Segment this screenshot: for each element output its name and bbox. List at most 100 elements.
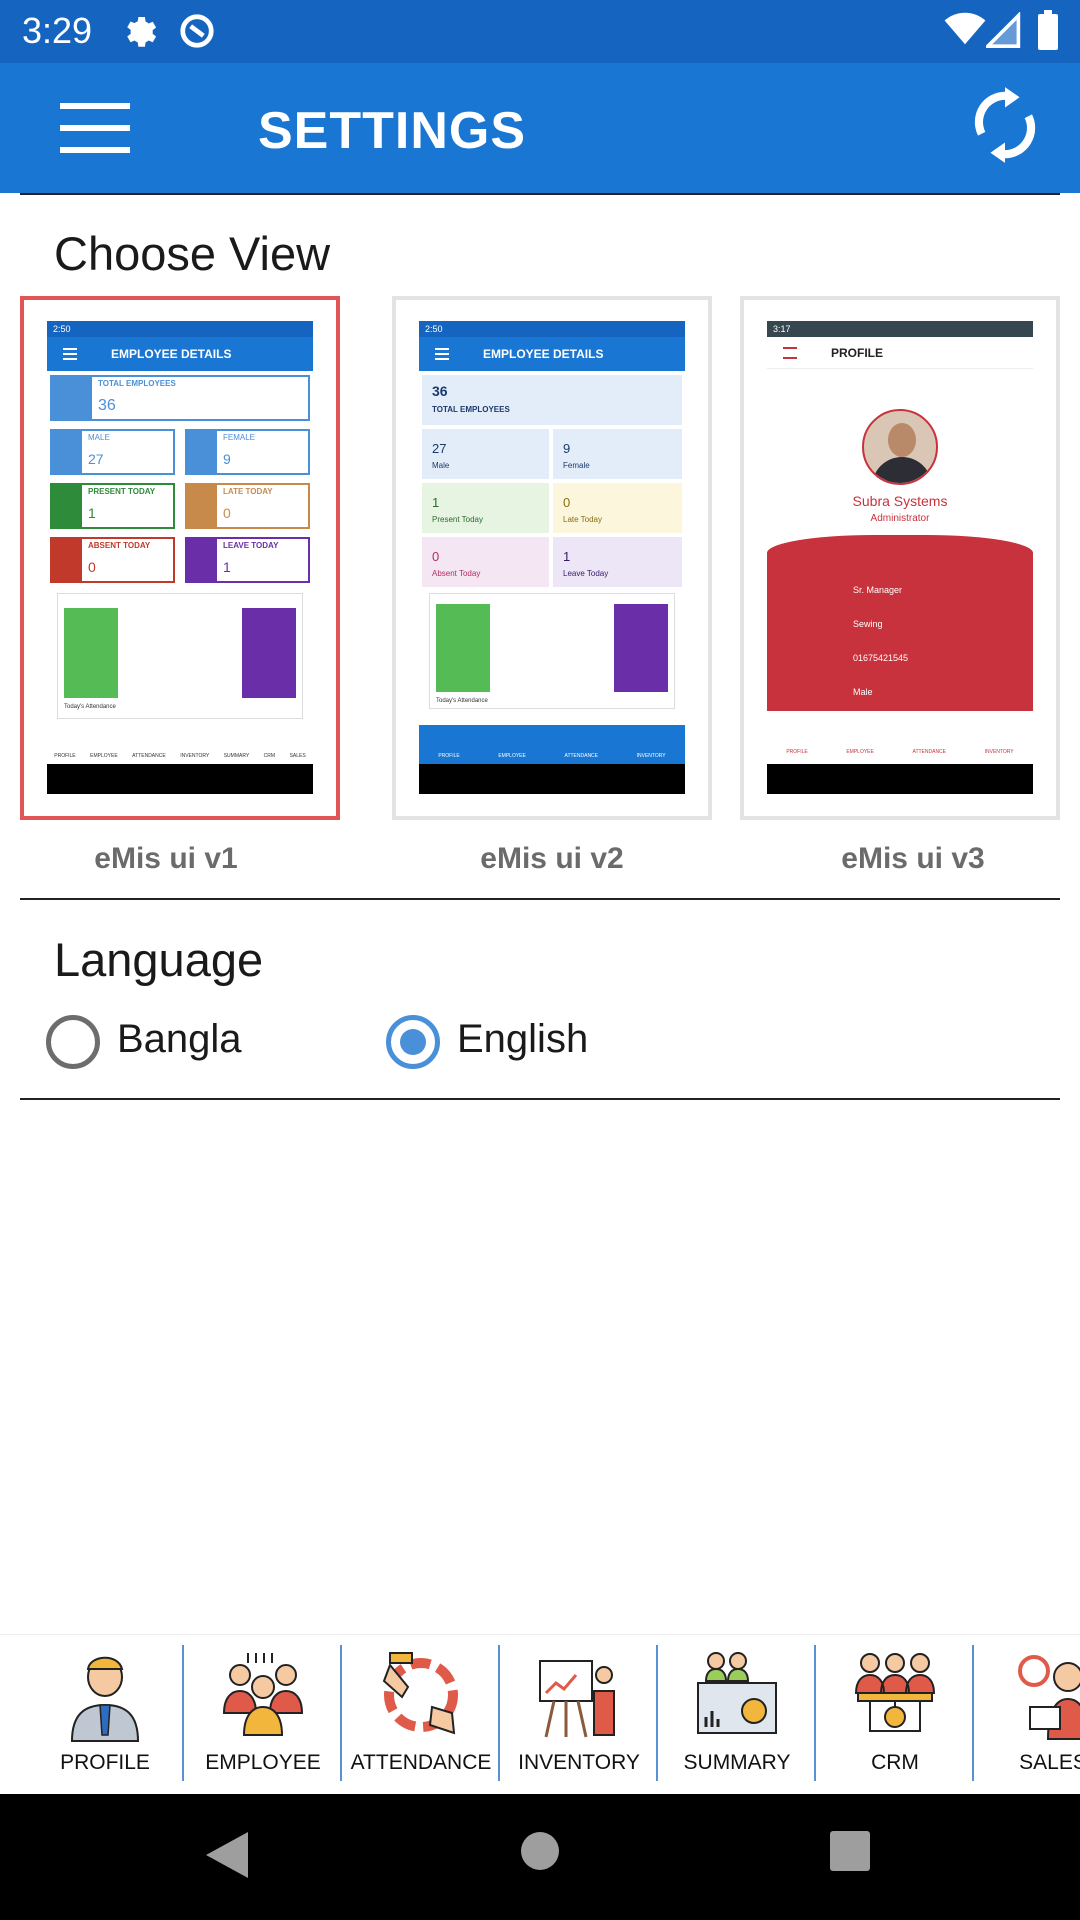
status-bar: 3:29 [0, 0, 1080, 63]
tile-label: Female [563, 461, 590, 470]
preview-v2: 2:50 EMPLOYEE DETAILS 36 TOTAL EMPLOYEES… [419, 321, 685, 794]
back-icon[interactable] [204, 1830, 250, 1880]
hamburger-menu-icon[interactable] [60, 103, 150, 159]
preview-tabs: PROFILE EMPLOYEE ATTENDANCE INVENTORY SUMMAR… [54, 753, 306, 759]
preview-field: Male [853, 687, 873, 697]
radio-bangla[interactable] [46, 1015, 100, 1069]
tile-label: Male [432, 461, 450, 470]
view-option-v1[interactable]: 2:50 EMPLOYEE DETAILS TOTAL EMPLOYEES 36… [20, 296, 340, 820]
preview-status: 3:17 [767, 321, 1033, 337]
tile-value: 1 [223, 559, 231, 575]
language-title: Language [54, 933, 264, 986]
preview-tile-present: PRESENT TODAY 1 [50, 483, 175, 529]
recents-icon[interactable] [830, 1831, 870, 1871]
preview-tabs: PROFILE EMPLOYEE ATTENDANCE INVENTORY [786, 749, 1014, 755]
preview-tile-female: 9 Female [553, 429, 682, 479]
preview-name: Subra Systems [852, 493, 948, 509]
preview-tile-late: LATE TODAY 0 [185, 483, 310, 529]
radio-label-english[interactable]: English [457, 1017, 588, 1062]
preview-profile-panel: Sr. Manager Sewing 01675421545 Male [767, 535, 1033, 711]
view-option-label-v3[interactable]: eMis ui v3 [753, 842, 1073, 876]
wifi-icon [944, 12, 986, 51]
tile-label: MALE [88, 433, 110, 442]
tile-label: Present Today [432, 515, 483, 524]
preview-tile-male: 27 Male [422, 429, 549, 479]
view-option-label-v1[interactable]: eMis ui v1 [6, 842, 326, 876]
businessman-icon [70, 1656, 140, 1742]
preview-tile-leave: 1 Leave Today [553, 537, 682, 587]
nav-sales[interactable]: SALES [974, 1635, 1080, 1794]
crm-network-icon [854, 1653, 936, 1732]
preview-role: Administrator [870, 513, 930, 524]
preview-tile-absent: 0 Absent Today [422, 537, 549, 587]
tile-label: FEMALE [223, 433, 256, 442]
nav-label: ATTENDANCE [350, 1751, 492, 1774]
view-option-v3[interactable]: 3:17 PROFILE Subra Systems Administrator… [740, 296, 1060, 820]
radio-label-bangla[interactable]: Bangla [117, 1017, 242, 1062]
nav-label: SALES [1019, 1751, 1080, 1774]
nav-employee[interactable]: EMPLOYEE [184, 1635, 342, 1794]
radio-english[interactable] [386, 1015, 440, 1069]
nav-inventory[interactable]: INVENTORY [500, 1635, 658, 1794]
preview-v1: 2:50 EMPLOYEE DETAILS TOTAL EMPLOYEES 36… [47, 321, 313, 794]
chart-legend: Today's Attendance [436, 698, 488, 704]
system-nav-bar [0, 1794, 1080, 1920]
preview-tile-male: MALE 27 [50, 429, 175, 475]
tile-label: PRESENT TODAY [88, 487, 156, 496]
preview-header: EMPLOYEE DETAILS [47, 337, 313, 371]
preview-tile-total: 36 TOTAL EMPLOYEES [422, 375, 682, 425]
tile-value: 36 [98, 397, 116, 414]
tile-value: 1 [88, 505, 96, 521]
preview-tabs: PROFILE EMPLOYEE ATTENDANCE INVENTORY [419, 725, 685, 764]
nav-label: CRM [871, 1751, 919, 1774]
divider [20, 1098, 1060, 1100]
preview-tile-female: FEMALE 9 [185, 429, 310, 475]
tile-value: 0 [88, 559, 96, 575]
preview-field: 01675421545 [853, 653, 909, 663]
preview-header: PROFILE [767, 337, 1033, 369]
refresh-icon[interactable] [970, 85, 1060, 175]
nav-profile[interactable]: PROFILE [26, 1635, 184, 1794]
tile-value: 1 [432, 495, 440, 510]
nav-summary[interactable]: SUMMARY [658, 1635, 816, 1794]
nav-label: SUMMARY [683, 1751, 791, 1774]
nav-label: INVENTORY [518, 1751, 640, 1774]
signal-icon [983, 11, 1022, 53]
preview-chart: Today's Attendance [57, 593, 303, 719]
view-option-v2[interactable]: 2:50 EMPLOYEE DETAILS 36 TOTAL EMPLOYEES… [392, 296, 712, 820]
tile-value: 0 [563, 495, 571, 510]
gear-icon [122, 14, 158, 55]
choose-view-title: Choose View [54, 227, 331, 280]
sync-badge-icon [178, 12, 216, 55]
preview-tile-total: TOTAL EMPLOYEES 36 [50, 375, 310, 421]
status-time: 3:29 [22, 10, 93, 51]
tile-value: 36 [432, 383, 448, 399]
preview-header-title: EMPLOYEE DETAILS [111, 347, 232, 361]
app-bar: SETTINGS [0, 63, 1080, 193]
nav-crm[interactable]: CRM [816, 1635, 974, 1794]
tile-value: 0 [432, 549, 440, 564]
tile-value: 0 [223, 505, 231, 521]
tile-value: 1 [563, 549, 571, 564]
preview-tile-absent: ABSENT TODAY 0 [50, 537, 175, 583]
tile-label: TOTAL EMPLOYEES [432, 405, 510, 414]
tile-label: TOTAL EMPLOYEES [98, 379, 176, 388]
tile-value: 27 [88, 451, 104, 467]
tile-label: LATE TODAY [223, 487, 273, 496]
nav-attendance[interactable]: ATTENDANCE [342, 1635, 500, 1794]
view-option-label-v2[interactable]: eMis ui v2 [392, 842, 712, 876]
employee-group-icon [222, 1653, 304, 1736]
preview-header: EMPLOYEE DETAILS [419, 337, 685, 371]
presentation-board-icon [539, 1660, 615, 1738]
tile-value: 9 [563, 441, 571, 456]
preview-tile-present: 1 Present Today [422, 483, 549, 533]
bottom-nav: PROFILE EMPLOYEE ATTENDANCE INVENTORY SU… [0, 1634, 1080, 1794]
preview-status: 2:50 [47, 321, 313, 337]
tile-value: 27 [432, 441, 447, 456]
battery-icon [1038, 10, 1058, 55]
preview-avatar [862, 409, 938, 485]
home-icon[interactable] [520, 1831, 560, 1871]
preview-tile-leave: LEAVE TODAY 1 [185, 537, 310, 583]
nav-label: EMPLOYEE [205, 1751, 321, 1774]
chart-legend: Today's Attendance [64, 704, 116, 710]
